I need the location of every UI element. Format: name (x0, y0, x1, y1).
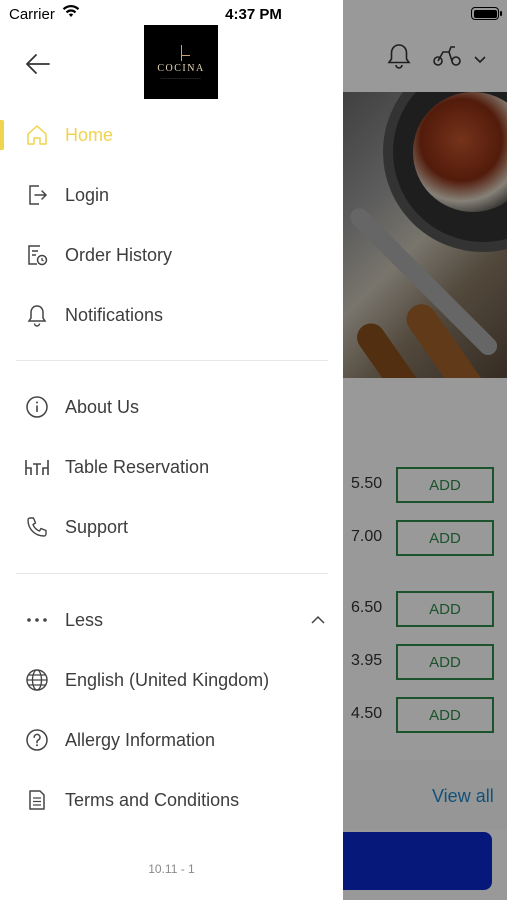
menu-label: English (United Kingdom) (65, 669, 270, 690)
menu-label: Notifications (65, 304, 164, 325)
menu-item-language[interactable]: English (United Kingdom) (0, 655, 343, 705)
battery-tip (500, 11, 502, 16)
menu-item-terms-and-conditions[interactable]: Terms and Conditions (0, 775, 343, 825)
bell-icon (24, 302, 50, 328)
restaurant-logo: COCINA ~~~~~~~~~~~~~~~~~~ (144, 25, 218, 99)
info-icon (24, 394, 50, 420)
menu-item-login[interactable]: Login (0, 170, 343, 220)
menu-label: About Us (65, 396, 140, 417)
document-icon (24, 787, 50, 813)
globe-icon (24, 667, 50, 693)
menu-item-table-reservation[interactable]: Table Reservation (0, 442, 343, 492)
status-bar: Carrier 4:37 PM (0, 0, 507, 28)
menu-item-order-history[interactable]: Order History (0, 230, 343, 280)
menu-label: Less (65, 609, 104, 630)
menu-item-about-us[interactable]: About Us (0, 382, 343, 432)
more-dots-icon (24, 607, 50, 633)
menu-label: Terms and Conditions (65, 789, 240, 810)
menu-divider (16, 573, 328, 574)
menu-label: Table Reservation (65, 456, 210, 477)
menu-item-home[interactable]: Home (0, 110, 343, 160)
menu-divider (16, 360, 328, 361)
menu-item-allergy-information[interactable]: Allergy Information (0, 715, 343, 765)
phone-icon (24, 514, 50, 540)
question-icon (24, 727, 50, 753)
login-icon (24, 182, 50, 208)
chevron-up-icon (309, 611, 327, 629)
back-arrow-icon[interactable] (22, 48, 54, 80)
order-history-icon (24, 242, 50, 268)
menu-item-notifications[interactable]: Notifications (0, 290, 343, 340)
navigation-drawer: COCINA ~~~~~~~~~~~~~~~~~~ Home Login Ord… (0, 0, 343, 900)
battery-icon (471, 7, 499, 20)
menu-item-support[interactable]: Support (0, 502, 343, 552)
menu-label: Order History (65, 244, 173, 265)
table-icon (24, 454, 50, 480)
menu-label: Support (65, 516, 129, 537)
home-icon (24, 122, 50, 148)
logo-text: COCINA (157, 62, 205, 74)
menu-label: Login (65, 184, 110, 205)
menu-label: Allergy Information (65, 729, 216, 750)
app-version: 10.11 - 1 (148, 862, 195, 876)
menu-item-less-toggle[interactable]: Less (0, 595, 343, 645)
status-time: 4:37 PM (225, 6, 282, 23)
menu-label: Home (65, 124, 114, 145)
